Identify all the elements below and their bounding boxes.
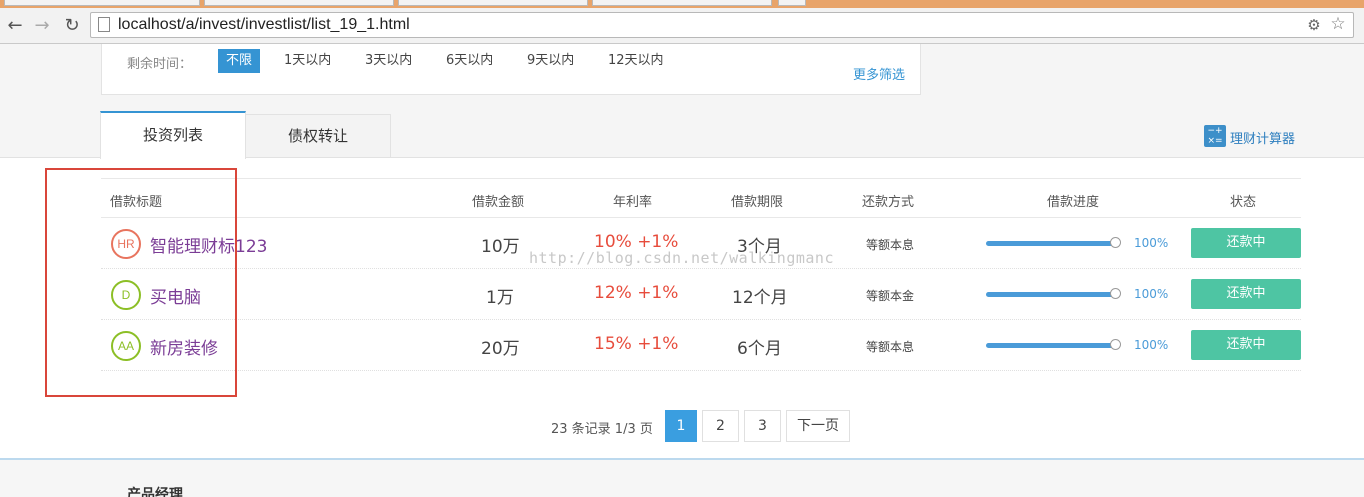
filter-band: 剩余时间： 不限 1天以内 3天以内 6天以内 9天以内 12天以内 更多筛选 … (0, 44, 1364, 159)
status-button[interactable]: 还款中 (1191, 279, 1301, 309)
repay-method: 等额本息 (866, 238, 915, 252)
page-content: 剩余时间： 不限 1天以内 3天以内 6天以内 9天以内 12天以内 更多筛选 … (0, 44, 1364, 497)
progress-bar (986, 343, 1113, 348)
forward-icon[interactable]: → (31, 15, 53, 37)
loan-term: 6个月 (737, 339, 782, 359)
new-tab-button[interactable] (778, 0, 806, 6)
loan-amount: 20万 (481, 339, 520, 359)
reload-icon[interactable]: ↻ (61, 15, 83, 37)
url-text[interactable]: localhost/a/invest/investlist/list_19_1.… (118, 16, 410, 34)
repay-method: 等额本息 (866, 340, 915, 354)
status-button[interactable]: 还款中 (1191, 228, 1301, 258)
progress-percent: 100% (1134, 287, 1169, 301)
browser-tab[interactable] (398, 0, 588, 6)
pager-info: 23 条记录 1/3 页 (551, 422, 653, 437)
progress-bar (986, 292, 1113, 297)
header-rate: 年利率 (613, 195, 653, 210)
more-filter-link[interactable]: 更多筛选 (853, 64, 905, 83)
header-status: 状态 (1230, 195, 1257, 210)
page-button-2[interactable]: 2 (702, 410, 739, 442)
footer-section: 产品经理 (0, 460, 1364, 497)
page-icon (98, 17, 110, 32)
calculator-label: 理财计算器 (1230, 132, 1296, 147)
repay-method: 等额本金 (866, 289, 915, 303)
tab-invest-list[interactable]: 投资列表 (100, 111, 246, 159)
product-manager-heading: 产品经理 (127, 487, 183, 497)
page-button-1[interactable]: 1 (665, 410, 697, 442)
interest-rate: 12% +1% (594, 283, 679, 303)
table-row: AA 新房装修 20万 15% +1% 6个月 等额本息 100% 还款中 (101, 320, 1301, 371)
star-icon[interactable]: ☆ (1329, 15, 1347, 33)
filter-option-1day[interactable]: 1天以内 (276, 49, 339, 73)
table-header: 借款标题 借款金额 年利率 借款期限 还款方式 借款进度 状态 (101, 178, 1301, 218)
progress-knob (1110, 237, 1121, 248)
filter-option-3day[interactable]: 3天以内 (357, 49, 420, 73)
table-row: D 买电脑 1万 12% +1% 12个月 等额本金 100% 还款中 (101, 269, 1301, 320)
address-bar[interactable]: localhost/a/invest/investlist/list_19_1.… (90, 12, 1354, 38)
watermark-text: http://blog.csdn.net/walkingmanc (529, 249, 834, 267)
filter-panel: 剩余时间： 不限 1天以内 3天以内 6天以内 9天以内 12天以内 更多筛选 (101, 44, 921, 95)
browser-tab[interactable] (4, 0, 200, 6)
progress-percent: 100% (1134, 338, 1169, 352)
next-page-button[interactable]: 下一页 (786, 410, 850, 442)
loan-amount: 1万 (486, 288, 514, 308)
header-term: 借款期限 (731, 195, 784, 210)
header-method: 还款方式 (862, 195, 915, 210)
progress-knob (1110, 288, 1121, 299)
progress-percent: 100% (1134, 236, 1169, 250)
tab-debt-transfer[interactable]: 债权转让 (245, 114, 391, 158)
filter-option-unlimited[interactable]: 不限 (218, 49, 261, 73)
browser-tab[interactable] (592, 0, 772, 6)
filter-label: 剩余时间： (127, 57, 193, 72)
back-icon[interactable]: ← (4, 15, 26, 37)
progress-bar (986, 241, 1113, 246)
loan-term: 12个月 (732, 288, 788, 308)
header-progress: 借款进度 (1047, 195, 1100, 210)
annotation-highlight-box (45, 168, 237, 397)
header-amount: 借款金额 (472, 195, 525, 210)
loan-amount: 10万 (481, 237, 520, 257)
filter-option-6day[interactable]: 6天以内 (438, 49, 501, 73)
filter-option-9day[interactable]: 9天以内 (519, 49, 582, 73)
browser-tab-strip (0, 0, 1364, 8)
status-button[interactable]: 还款中 (1191, 330, 1301, 360)
page-button-3[interactable]: 3 (744, 410, 781, 442)
calculator-icon: −+ ×= (1204, 125, 1226, 147)
progress-knob (1110, 339, 1121, 350)
browser-toolbar: ← → ↻ localhost/a/invest/investlist/list… (0, 8, 1364, 44)
interest-rate: 15% +1% (594, 334, 679, 354)
filter-option-12day[interactable]: 12天以内 (600, 49, 672, 73)
tools-icon[interactable]: ⚙ (1305, 16, 1323, 34)
browser-tab[interactable] (204, 0, 394, 6)
